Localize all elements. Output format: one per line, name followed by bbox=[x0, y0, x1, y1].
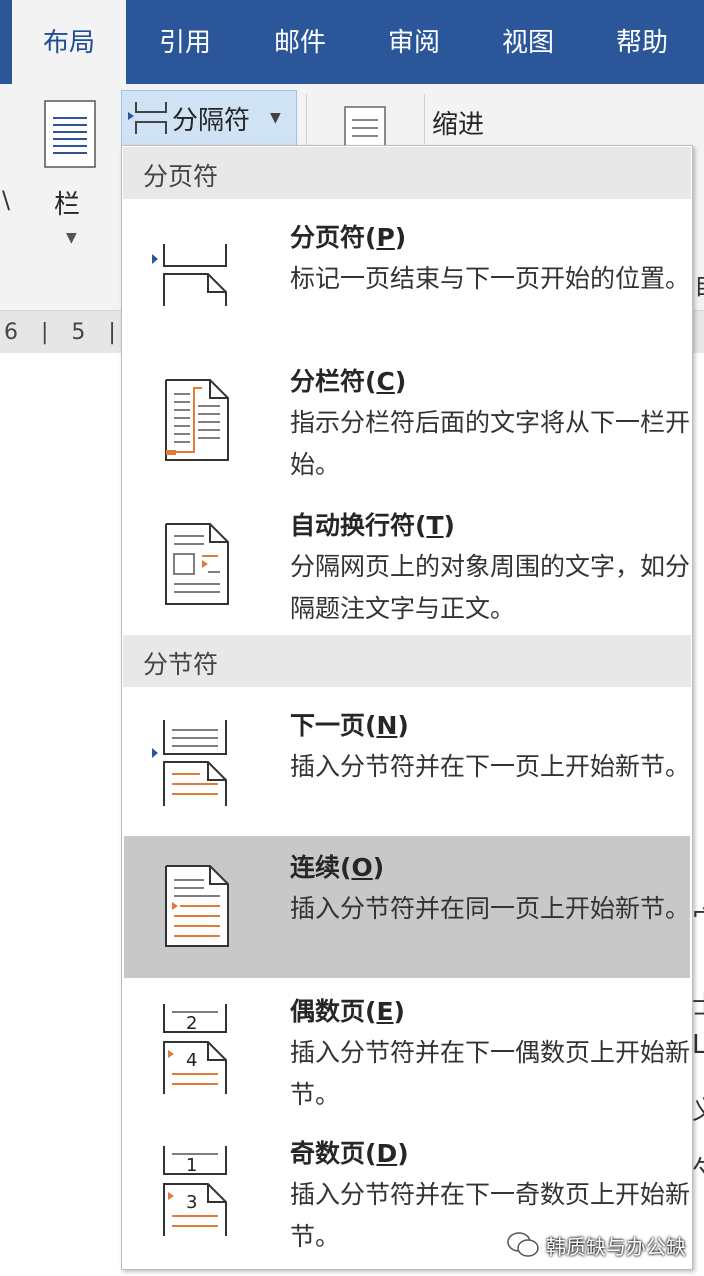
menu-item-title: 连续(O) bbox=[290, 853, 385, 882]
ribbon-fragment-left: \ bbox=[2, 186, 11, 214]
breaks-icon bbox=[128, 102, 167, 134]
tab-view[interactable]: 视图 bbox=[472, 0, 584, 84]
odd-page-section-icon: 1 3 bbox=[163, 1146, 227, 1236]
svg-text:4: 4 bbox=[186, 1050, 197, 1071]
column-break-icon bbox=[165, 379, 229, 461]
ribbon-tab-bar: 布局 引用 邮件 审阅 视图 帮助 bbox=[0, 0, 704, 84]
svg-text:2: 2 bbox=[186, 1013, 197, 1034]
columns-icon bbox=[44, 100, 96, 168]
menu-item-page-break[interactable]: 分页符(P) 标记一页结束与下一页开始的位置。 bbox=[124, 206, 690, 348]
menu-item-description: 分隔网页上的对象周围的文字，如分隔题注文字与正文。 bbox=[290, 552, 691, 623]
doc-text-fragment: 义 bbox=[692, 1090, 704, 1127]
menu-item-title: 下一页(N) bbox=[290, 711, 409, 740]
tab-references[interactable]: 引用 bbox=[130, 0, 240, 84]
doc-text-fragment: 士 bbox=[692, 985, 704, 1022]
columns-button[interactable]: 栏 bbox=[54, 184, 80, 221]
menu-item-title: 分页符(P) bbox=[290, 223, 407, 252]
tab-review[interactable]: 审阅 bbox=[358, 0, 470, 84]
menu-item-continuous[interactable]: 连续(O) 插入分节符并在同一页上开始新节。 bbox=[124, 836, 690, 978]
breaks-label: 分隔符 bbox=[172, 106, 251, 136]
breaks-dropdown-arrow-icon: ▼ bbox=[270, 110, 281, 126]
watermark-text: 韩质缺与办公缺 bbox=[546, 1235, 686, 1259]
indent-label: 缩进 bbox=[432, 110, 485, 140]
menu-item-description: 指示分栏符后面的文字将从下一栏开始。 bbox=[290, 408, 691, 479]
wechat-logo-icon bbox=[507, 1232, 539, 1257]
section-header-page-breaks: 分页符 bbox=[123, 147, 691, 199]
menu-item-description: 插入分节符并在下一页上开始新节。 bbox=[290, 752, 691, 781]
doc-text-fragment: 勺 bbox=[692, 1150, 704, 1187]
tab-mailings[interactable]: 邮件 bbox=[244, 0, 356, 84]
menu-item-title: 分栏符(C) bbox=[290, 367, 407, 396]
ribbon-divider-2 bbox=[424, 94, 425, 144]
doc-text-fragment: L bbox=[692, 1030, 704, 1060]
menu-item-column-break[interactable]: 分栏符(C) 指示分栏符后面的文字将从下一栏开始。 bbox=[124, 350, 690, 492]
ribbon-fragment-right: 自 bbox=[694, 266, 704, 301]
even-page-section-icon: 2 4 bbox=[163, 1004, 227, 1094]
menu-item-description: 标记一页结束与下一页开始的位置。 bbox=[290, 264, 691, 293]
menu-item-text-wrapping-break[interactable]: 自动换行符(T) 分隔网页上的对象周围的文字，如分隔题注文字与正文。 bbox=[124, 494, 690, 636]
continuous-section-icon bbox=[165, 865, 229, 947]
section-header-section-breaks: 分节符 bbox=[123, 635, 691, 687]
menu-item-next-page[interactable]: 下一页(N) 插入分节符并在下一页上开始新节。 bbox=[124, 694, 690, 836]
columns-dropdown-arrow-icon[interactable]: ▼ bbox=[66, 230, 77, 246]
menu-item-description: 插入分节符并在下一偶数页上开始新节。 bbox=[290, 1038, 691, 1109]
next-page-section-icon bbox=[152, 720, 227, 806]
svg-text:3: 3 bbox=[186, 1192, 197, 1213]
breaks-dropdown-menu: 分页符 分页符(P) 标记一页结束与下一页开始的位置。 分栏符(C) 指示分栏符… bbox=[121, 145, 693, 1270]
svg-text:1: 1 bbox=[186, 1155, 197, 1176]
menu-item-title: 偶数页(E) bbox=[290, 997, 405, 1026]
page-break-icon bbox=[152, 244, 227, 306]
menu-item-title: 奇数页(D) bbox=[290, 1139, 409, 1168]
menu-item-title: 自动换行符(T) bbox=[290, 511, 455, 540]
tab-layout[interactable]: 布局 bbox=[12, 0, 126, 84]
line-numbers-icon bbox=[344, 106, 386, 146]
menu-item-even-page[interactable]: 2 4 偶数页(E) 插入分节符并在下一偶数页上开始新节。 bbox=[124, 980, 690, 1122]
tab-help[interactable]: 帮助 bbox=[586, 0, 698, 84]
doc-text-fragment: 宀 bbox=[692, 900, 704, 937]
text-wrapping-break-icon bbox=[165, 523, 229, 605]
menu-item-description: 插入分节符并在同一页上开始新节。 bbox=[290, 894, 691, 923]
